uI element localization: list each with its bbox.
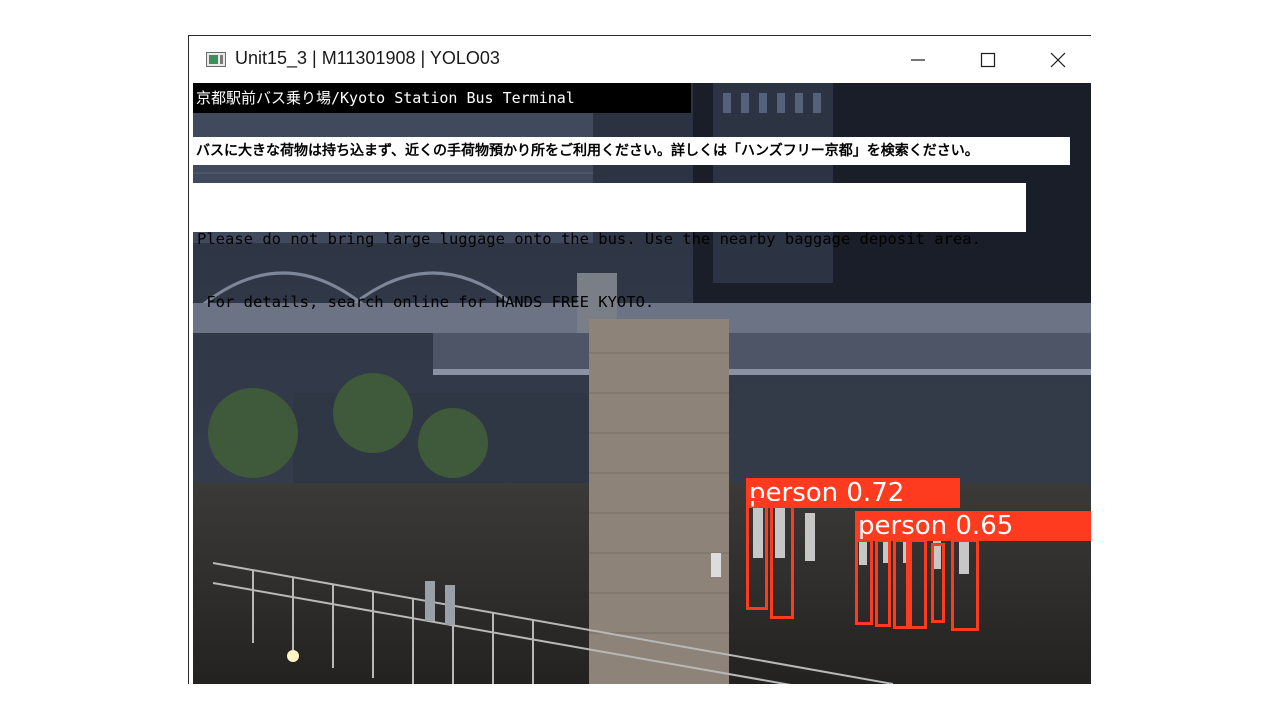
detection-box [875,539,891,627]
maximize-icon [980,52,996,67]
window-title: Unit15_3 | M11301908 | YOLO03 [235,48,500,68]
detection-score: 0.72 [846,478,905,508]
notice-english-line1: Please do not bring large luggage onto t… [197,230,981,248]
detection-class: person [858,511,948,541]
detection-box [931,543,945,623]
app-icon [206,52,226,67]
detection-box [909,539,927,629]
detection-box [770,501,794,619]
notice-english: Please do not bring large luggage onto t… [193,183,1026,311]
detection-box [951,539,979,631]
minimize-icon [911,58,925,61]
camera-title-overlay: 京都駅前バス乗り場/Kyoto Station Bus Terminal [193,83,691,113]
detection-box [746,498,768,610]
detection-label: person 0.65 [855,511,1091,541]
detection-box [893,539,909,629]
minimize-button[interactable] [895,36,941,83]
app-window: Unit15_3 | M11301908 | YOLO03 京都駅前バス乗り場/… [188,35,1091,684]
detection-box [855,539,873,625]
detection-score: 0.65 [955,511,1014,541]
video-frame: 京都駅前バス乗り場/Kyoto Station Bus Terminal バスに… [193,83,1091,684]
notice-japanese: バスに大きな荷物は持ち込まず、近くの手荷物預かり所をご利用ください。詳しくは「ハ… [193,137,1070,165]
maximize-button[interactable] [965,36,1011,83]
close-icon [1050,52,1066,67]
notice-english-line2: For details, search online for HANDS FRE… [197,293,655,311]
close-button[interactable] [1035,36,1081,83]
title-bar[interactable]: Unit15_3 | M11301908 | YOLO03 [189,36,1091,83]
